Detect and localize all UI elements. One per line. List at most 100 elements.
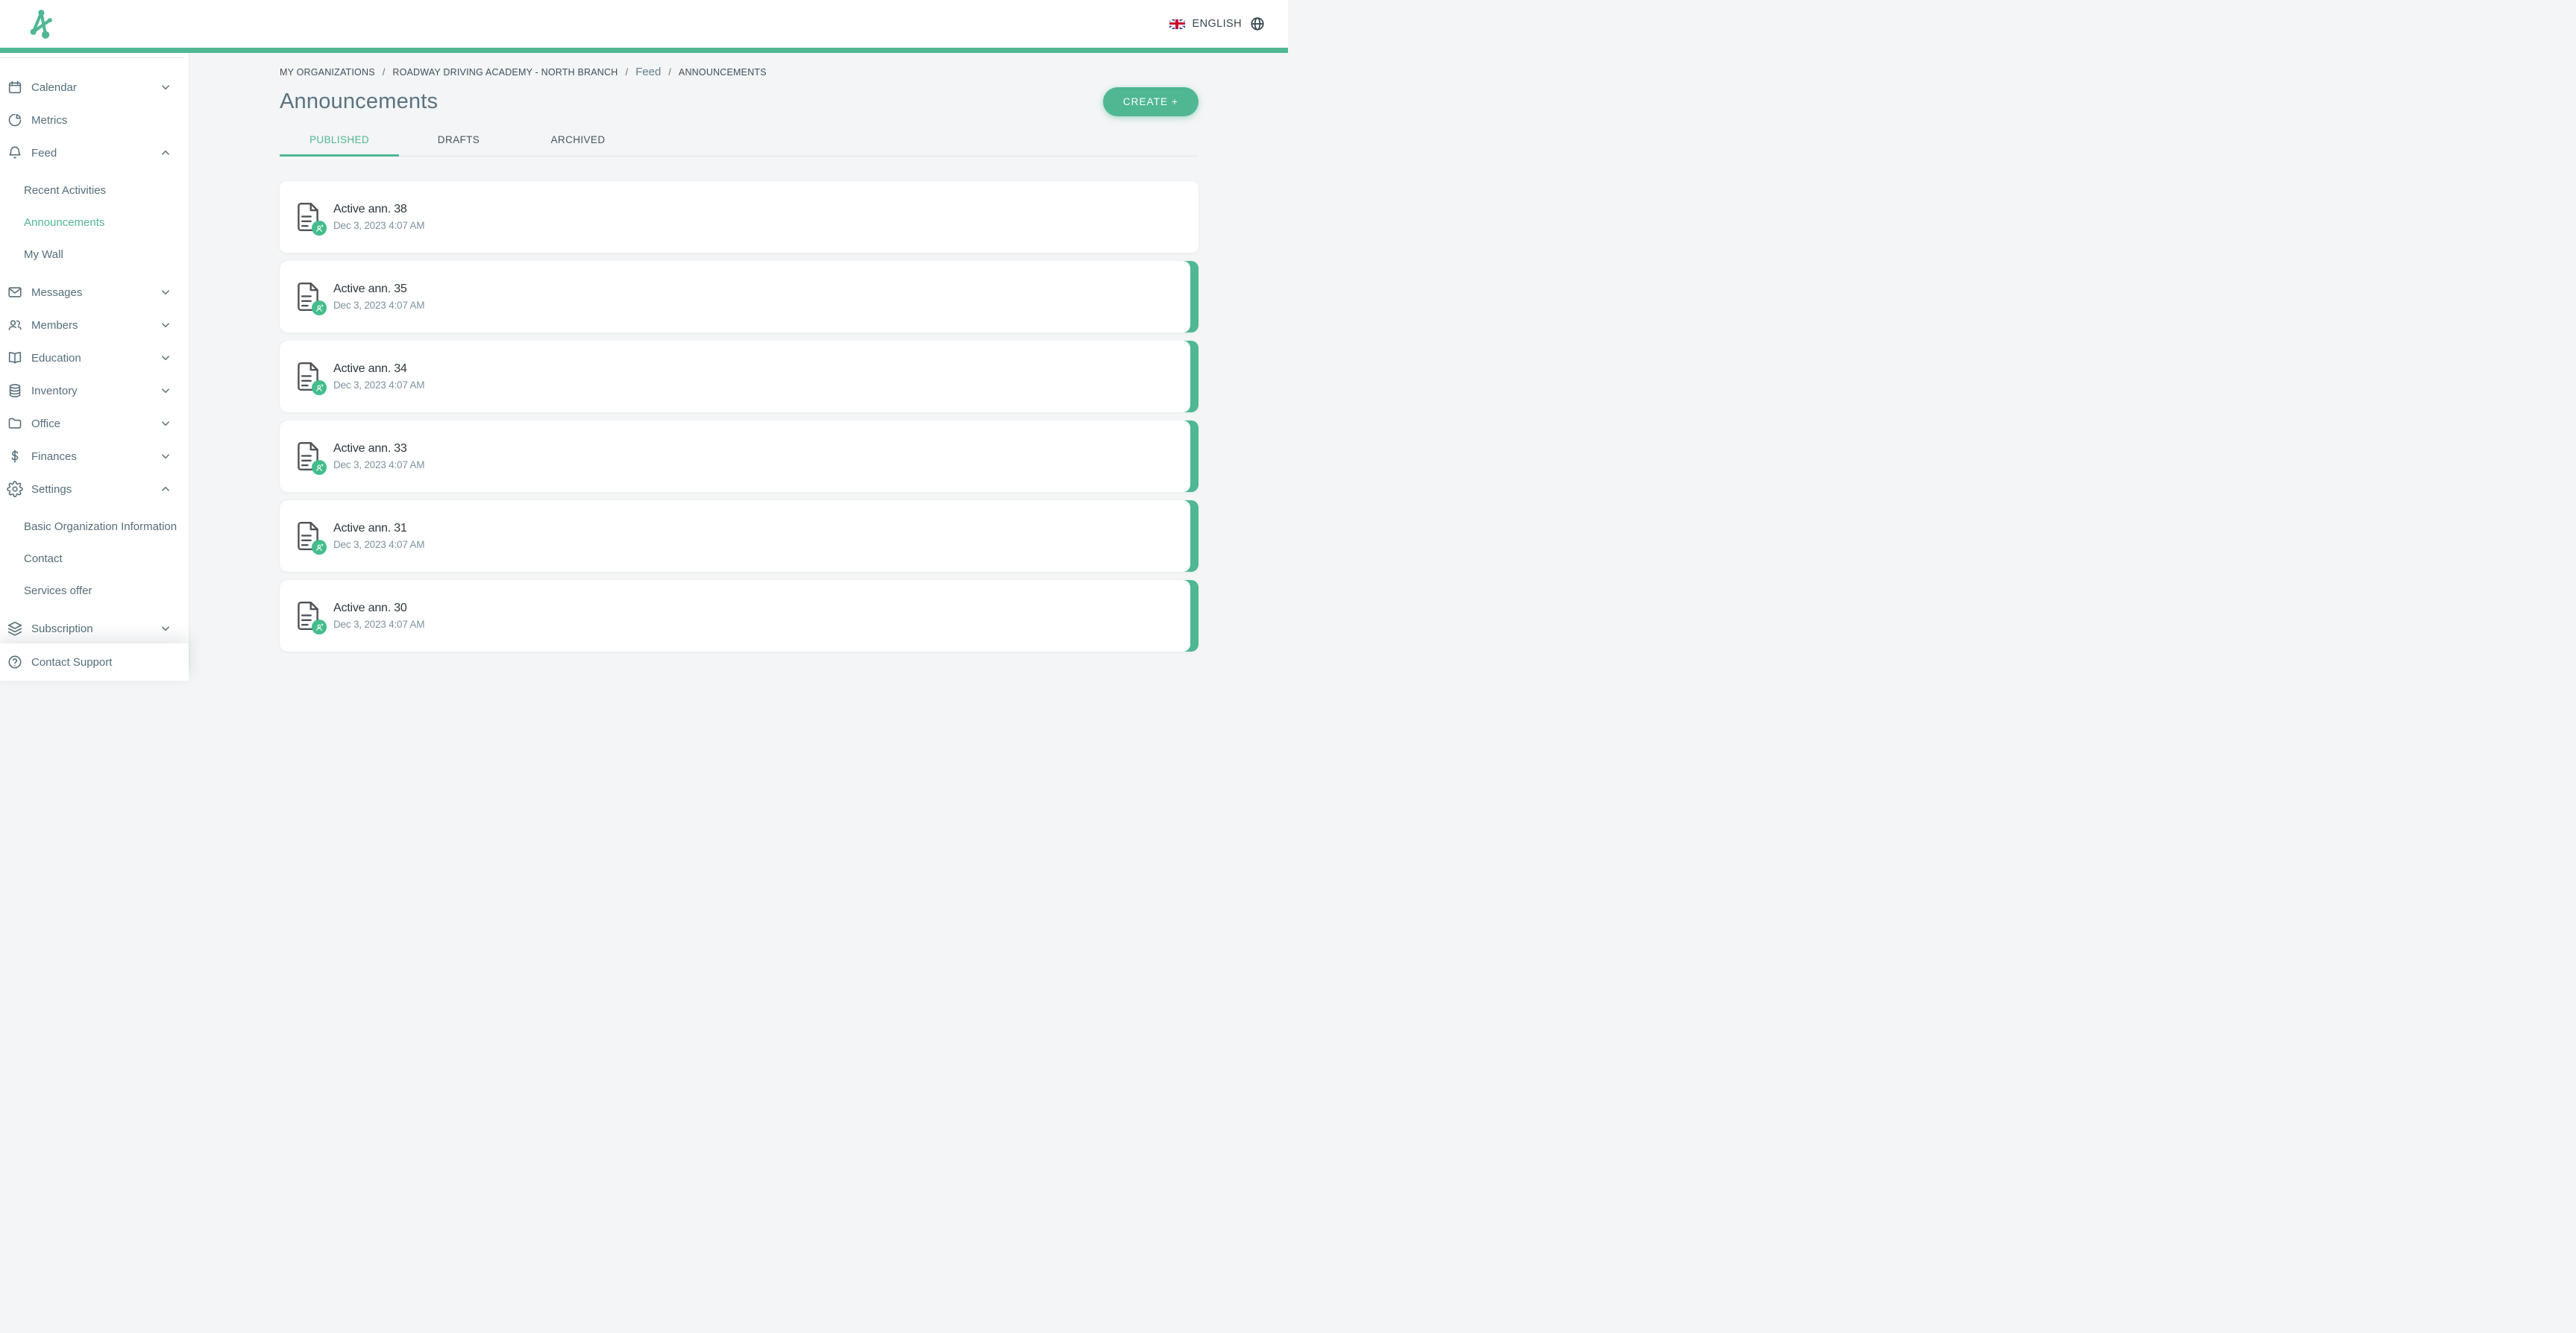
sidebar-item-label: Settings [31,483,157,496]
announcement-title: Active ann. 38 [333,203,424,216]
announcement-date: Dec 3, 2023 4:07 AM [333,379,424,391]
chevron-up-icon [157,145,174,161]
sidebar-subitem-recent-activities[interactable]: Recent Activities [0,174,189,207]
author-badge-icon [312,300,327,315]
sidebar-item-education[interactable]: Education [0,341,189,374]
mail-icon [6,283,24,301]
metrics-icon [6,111,24,129]
folder-icon [6,415,24,432]
announcement-title: Active ann. 33 [333,442,424,456]
announcement-card[interactable]: Active ann. 33 Dec 3, 2023 4:07 AM [280,420,1199,492]
sidebar-item-label: Finances [31,450,157,463]
language-label: ENGLISH [1193,18,1242,30]
sidebar-nav: CalendarMetricsFeedRecent ActivitiesAnno… [0,53,189,645]
sidebar-item-feed[interactable]: Feed [0,136,189,169]
breadcrumb-separator: / [625,66,628,78]
language-selector[interactable]: ENGLISH [1169,16,1266,32]
chevron-down-icon [157,620,174,637]
main-area: MY ORGANIZATIONS / ROADWAY DRIVING ACADEMY… [190,53,1288,666]
tab-archived[interactable]: ARCHIVED [518,130,638,157]
sidebar-item-label: Calendar [31,81,157,94]
sidebar-item-members[interactable]: Members [0,309,189,341]
sidebar-sublist: Recent ActivitiesAnnouncementsMy Wall [0,169,189,276]
sidebar-item-label: Inventory [31,385,157,397]
document-icon [295,520,321,552]
app-header: ENGLISH [0,0,1288,48]
document-icon [295,361,321,392]
announcement-card[interactable]: Active ann. 38Dec 3, 2023 4:07 AM [280,181,1199,253]
accent-top-bar [0,48,1288,53]
sidebar-item-settings[interactable]: Settings [0,473,189,505]
announcement-title: Active ann. 35 [333,283,424,296]
bell-icon [6,144,24,162]
announcement-title: Active ann. 31 [333,522,424,535]
document-icon [295,441,321,472]
sidebar-subitem-contact[interactable]: Contact [0,543,189,575]
tab-published[interactable]: PUBLISHED [280,130,399,157]
sidebar-item-calendar[interactable]: Calendar [0,71,189,104]
breadcrumb-item[interactable]: ANNOUNCEMENTS [679,67,767,78]
sidebar-item-contact-support[interactable]: Contact Support [0,643,189,681]
sidebar-subitem-my-wall[interactable]: My Wall [0,239,189,271]
chevron-down-icon [157,350,174,366]
sidebar-item-finances[interactable]: Finances [0,440,189,473]
announcement-title: Active ann. 34 [333,362,424,376]
document-icon [295,600,321,631]
announcement-card[interactable]: Active ann. 35 Dec 3, 2023 4:07 AM [280,261,1199,333]
chevron-down-icon [157,382,174,399]
page-title: Announcements [280,89,438,114]
breadcrumb-item[interactable]: Feed [635,66,661,78]
announcement-title: Active ann. 30 [333,602,424,615]
announcement-card[interactable]: Active ann. 30 Dec 3, 2023 4:07 AM [280,580,1199,652]
help-icon [6,653,24,671]
announcement-card-body: Active ann. 33 Dec 3, 2023 4:07 AM [280,420,1190,492]
create-button[interactable]: CREATE + [1103,87,1199,116]
chevron-up-icon [157,481,174,497]
document-icon [295,201,321,233]
tabs: PUBLISHEDDRAFTSARCHIVED [280,130,1199,157]
announcement-card-body: Active ann. 38Dec 3, 2023 4:07 AM [280,181,1199,253]
announcement-card[interactable]: Active ann. 34 Dec 3, 2023 4:07 AM [280,341,1199,412]
announcement-card-body: Active ann. 30 Dec 3, 2023 4:07 AM [280,580,1190,652]
author-badge-icon [312,620,327,634]
author-badge-icon [312,380,327,395]
uk-flag-icon [1169,19,1185,29]
globe-icon [1249,16,1266,32]
announcement-date: Dec 3, 2023 4:07 AM [333,300,424,311]
sidebar-sublist: Basic Organization InformationContactSer… [0,505,189,612]
database-icon [6,382,24,400]
sidebar-item-metrics[interactable]: Metrics [0,104,189,136]
breadcrumb-separator: / [383,66,386,78]
announcement-date: Dec 3, 2023 4:07 AM [333,459,424,470]
author-badge-icon [312,540,327,555]
app-logo-icon[interactable] [25,5,60,42]
announcement-card-body: Active ann. 35 Dec 3, 2023 4:07 AM [280,261,1190,333]
gear-icon [6,480,24,498]
announcement-date: Dec 3, 2023 4:07 AM [333,619,424,630]
chevron-down-icon [157,415,174,432]
breadcrumb-item[interactable]: ROADWAY DRIVING ACADEMY - NORTH BRANCH [392,67,618,78]
tab-drafts[interactable]: DRAFTS [399,130,518,157]
sidebar-item-subscription[interactable]: Subscription [0,612,189,645]
sidebar-item-inventory[interactable]: Inventory [0,374,189,407]
breadcrumb: MY ORGANIZATIONS / ROADWAY DRIVING ACADEMY… [280,53,1199,78]
announcement-list: Active ann. 38Dec 3, 2023 4:07 AMActive … [280,181,1199,652]
book-icon [6,349,24,367]
breadcrumb-item[interactable]: MY ORGANIZATIONS [280,67,375,78]
sidebar-subitem-announcements[interactable]: Announcements [0,207,189,239]
chevron-down-icon [157,448,174,464]
sidebar-item-label: Messages [31,286,157,299]
document-icon [295,281,321,312]
calendar-icon [6,78,24,96]
sidebar-subitem-services-offer[interactable]: Services offer [0,575,189,607]
sidebar-item-label: Contact Support [31,656,112,669]
sidebar-item-messages[interactable]: Messages [0,276,189,309]
sidebar-item-office[interactable]: Office [0,407,189,440]
sidebar-item-label: Office [31,417,157,430]
announcement-card[interactable]: Active ann. 31Dec 3, 2023 4:07 AM [280,500,1199,572]
sidebar-item-label: Subscription [31,623,157,635]
sidebar-subitem-basic-organization-information[interactable]: Basic Organization Information [0,511,189,543]
announcement-card-body: Active ann. 34 Dec 3, 2023 4:07 AM [280,341,1190,412]
layers-icon [6,620,24,637]
sidebar: CalendarMetricsFeedRecent ActivitiesAnno… [0,53,189,666]
